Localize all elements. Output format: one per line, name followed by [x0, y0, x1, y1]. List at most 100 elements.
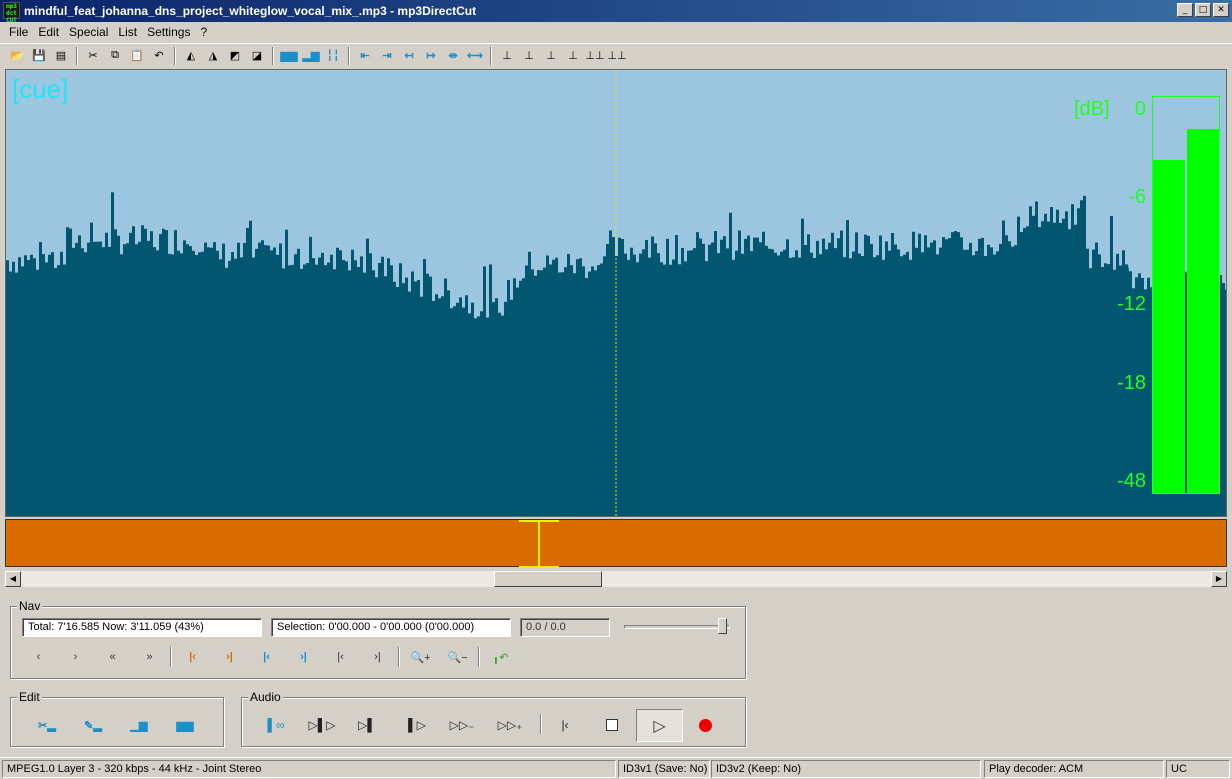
- scroll-left-icon[interactable]: ◀: [5, 571, 21, 587]
- menu-settings[interactable]: Settings: [142, 25, 195, 39]
- undo-navigation-icon[interactable]: ╻↶: [482, 646, 519, 668]
- goto-selection-end-icon[interactable]: ›|: [285, 646, 322, 668]
- volume-slider-thumb[interactable]: [718, 618, 727, 634]
- window-title: mindful_feat_johanna_dns_project_whitegl…: [24, 4, 477, 18]
- selection-field: Selection: 0'00.000 - 0'00.000 (0'00.000…: [271, 618, 511, 637]
- step-forward-icon[interactable]: ›: [57, 646, 94, 668]
- waveform-view[interactable]: [cue] [dB] 0 -6 -12 -18 -48: [5, 69, 1227, 517]
- cut-icon[interactable]: ✂: [82, 46, 104, 66]
- menu-bar: File Edit Special List Settings ?: [0, 22, 1232, 42]
- cue-next-icon[interactable]: ⊥: [540, 46, 562, 66]
- nav-separator: [478, 647, 480, 667]
- audio-separator: [540, 714, 542, 734]
- menu-edit[interactable]: Edit: [33, 25, 64, 39]
- volume-change-icon[interactable]: ◪: [246, 46, 268, 66]
- view-peaks-icon[interactable]: ▂▆: [300, 46, 322, 66]
- move-begin-right-icon[interactable]: ↦: [420, 46, 442, 66]
- toolbar-separator: [490, 46, 492, 65]
- play-loop-icon[interactable]: ▌∞: [256, 714, 296, 736]
- cue-prev-icon[interactable]: ⊥: [518, 46, 540, 66]
- fade-selection-icon[interactable]: ▁▆: [116, 714, 162, 736]
- audio-group-label: Audio: [248, 690, 283, 704]
- toolbar-separator: [272, 46, 274, 65]
- total-now-field: Total: 7'16.585 Now: 3'11.059 (43%): [22, 618, 262, 637]
- close-icon[interactable]: ✕: [1213, 3, 1229, 17]
- app-logo-icon[interactable]: mp3 dct CUT: [3, 2, 20, 24]
- db-tick-12: -12: [1117, 293, 1146, 315]
- step-back-icon[interactable]: ‹: [20, 646, 57, 668]
- status-format: MPEG1.0 Layer 3 - 320 kbps - 44 kHz - Jo…: [2, 760, 616, 778]
- shrink-selection-icon[interactable]: ⇹: [442, 46, 464, 66]
- fast-back-icon[interactable]: «: [94, 646, 131, 668]
- menu-special[interactable]: Special: [64, 25, 113, 39]
- fade-out-icon[interactable]: ◮: [202, 46, 224, 66]
- fade-in-icon[interactable]: ◭: [180, 46, 202, 66]
- stop-icon[interactable]: [606, 719, 618, 731]
- crop-selection-icon[interactable]: ✎▂: [70, 714, 116, 736]
- move-begin-left-icon[interactable]: ↤: [398, 46, 420, 66]
- volume-slider-track[interactable]: [624, 625, 730, 629]
- zoom-out-icon[interactable]: 🔍−: [439, 646, 476, 668]
- cue-add-icon[interactable]: ⊥: [496, 46, 518, 66]
- play-faster-icon[interactable]: ▷▷₊: [492, 714, 528, 736]
- play-icon[interactable]: ▷: [636, 709, 683, 742]
- vu-meter: [1152, 96, 1220, 494]
- menu-list[interactable]: List: [113, 25, 142, 39]
- scroll-right-icon[interactable]: ▶: [1211, 571, 1227, 587]
- goto-begin-marker-icon[interactable]: |‹: [174, 646, 211, 668]
- goto-end-marker-icon[interactable]: ›|: [211, 646, 248, 668]
- db-tick-18: -18: [1117, 372, 1146, 394]
- save-icon[interactable]: 💾: [28, 46, 50, 66]
- menu-help[interactable]: ?: [195, 25, 212, 39]
- db-tick-6: -6: [1128, 186, 1146, 208]
- save-selection-icon[interactable]: ▤: [50, 46, 72, 66]
- rewind-start-icon[interactable]: |‹: [554, 714, 576, 736]
- cue-auto-icon[interactable]: ⊥⊥: [606, 46, 628, 66]
- vu-right-channel: [1187, 129, 1219, 493]
- status-decoder: Play decoder: ACM: [984, 760, 1164, 778]
- set-begin-icon[interactable]: ⇤: [354, 46, 376, 66]
- normalize-icon[interactable]: ◩: [224, 46, 246, 66]
- record-icon[interactable]: [699, 719, 712, 732]
- set-end-icon[interactable]: ⇥: [376, 46, 398, 66]
- vu-left-channel: [1153, 160, 1185, 493]
- paste-icon[interactable]: 📋: [126, 46, 148, 66]
- main-toolbar: 📂 💾 ▤ ✂ ⧉ 📋 ↶ ◭ ◮ ◩ ◪ ▆▆ ▂▆ ╎╎ ⇤ ⇥ ↤ ↦ ⇹…: [0, 43, 1232, 67]
- nav-separator: [398, 647, 400, 667]
- status-id3v1: ID3v1 (Save: No): [618, 760, 710, 778]
- view-cue-icon[interactable]: ╎╎: [322, 46, 344, 66]
- minimize-icon[interactable]: _: [1177, 3, 1193, 17]
- zoom-in-icon[interactable]: 🔍+: [402, 646, 439, 668]
- copy-icon[interactable]: ⧉: [104, 46, 126, 66]
- edit-group-label: Edit: [17, 690, 42, 704]
- play-to-end-icon[interactable]: ▷▌: [352, 714, 382, 736]
- goto-selection-start-icon[interactable]: |‹: [248, 646, 285, 668]
- undo-icon[interactable]: ↶: [148, 46, 170, 66]
- goto-start-icon[interactable]: |‹: [322, 646, 359, 668]
- view-waveform-icon[interactable]: ▆▆: [278, 46, 300, 66]
- position-marker-icon[interactable]: [517, 520, 561, 568]
- expand-selection-icon[interactable]: ⟷: [464, 46, 486, 66]
- play-from-cursor-icon[interactable]: ▌▷: [400, 714, 434, 736]
- menu-file[interactable]: File: [4, 25, 33, 39]
- cut-selection-icon[interactable]: ✂▂: [24, 714, 70, 736]
- horizontal-scrollbar[interactable]: ◀ ▶: [5, 571, 1227, 587]
- cue-label: [cue]: [12, 74, 69, 104]
- toolbar-separator: [348, 46, 350, 65]
- goto-end-icon[interactable]: ›|: [359, 646, 396, 668]
- play-slower-icon[interactable]: ▷▷₋: [444, 714, 480, 736]
- normalize-selection-icon[interactable]: ▆▆: [162, 714, 208, 736]
- nav-group: Nav: [10, 599, 746, 679]
- cue-select-icon[interactable]: ⊥: [562, 46, 584, 66]
- scroll-thumb[interactable]: [494, 571, 602, 587]
- maximize-icon[interactable]: □: [1195, 3, 1211, 17]
- fast-forward-icon[interactable]: »: [131, 646, 168, 668]
- cue-split-icon[interactable]: ⊥⊥: [584, 46, 606, 66]
- timeline-overview[interactable]: [5, 519, 1227, 568]
- waveform-graph[interactable]: [6, 70, 1227, 517]
- play-selection-icon[interactable]: ▷▌▷: [300, 714, 344, 736]
- nav-group-label: Nav: [17, 599, 43, 613]
- db-tick-48: -48: [1117, 470, 1146, 492]
- toolbar-separator: [174, 46, 176, 65]
- open-folder-icon[interactable]: 📂: [6, 46, 28, 66]
